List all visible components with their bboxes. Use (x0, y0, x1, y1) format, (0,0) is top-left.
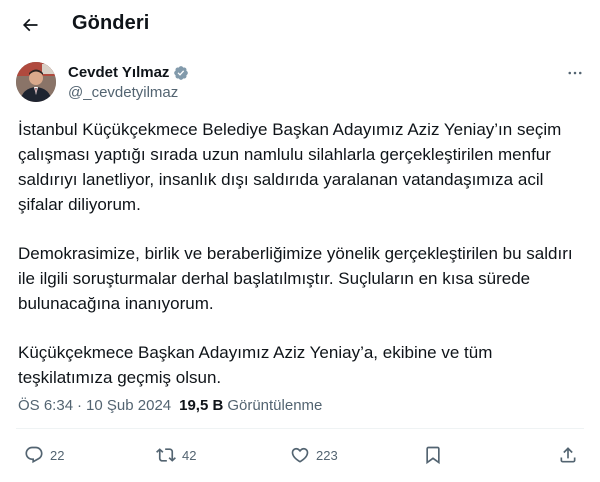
verified-badge-icon[interactable] (173, 65, 189, 81)
meta-separator: · (77, 397, 83, 414)
author-name-row: Cevdet Yılmaz (68, 64, 189, 81)
reply-button[interactable]: 22 (24, 440, 64, 470)
more-button[interactable] (564, 64, 586, 82)
repost-button[interactable]: 42 (156, 440, 196, 470)
repost-count: 42 (182, 447, 197, 463)
like-button[interactable]: 223 (290, 440, 338, 470)
repost-icon (156, 448, 176, 462)
tweet-paragraph: İstanbul Küçükçekmece Belediye Başkan Ad… (18, 120, 562, 214)
tweet-author: Cevdet Yılmaz @_cevdetyilmaz (16, 62, 586, 106)
share-icon (560, 447, 576, 463)
author-name[interactable]: Cevdet Yılmaz (68, 64, 169, 81)
tweet-paragraph: Küçükçekmece Başkan Adayımız Aziz Yeniay… (18, 343, 493, 387)
bookmark-button[interactable] (423, 440, 443, 470)
more-horizontal-icon (568, 71, 582, 75)
tweet-text: İstanbul Küçükçekmece Belediye Başkan Ad… (18, 117, 584, 390)
tweet-date[interactable]: 10 Şub 2024 (86, 397, 171, 414)
bookmark-icon (426, 446, 440, 465)
views-count: 19,5 B (179, 397, 224, 414)
top-bar: Gönderi (0, 0, 600, 48)
author-handle[interactable]: @_cevdetyilmaz (68, 84, 178, 101)
action-bar: 22 42 223 (0, 440, 600, 470)
heart-icon (291, 447, 309, 463)
tweet-paragraph: Demokrasimize, birlik ve beraberliğimize… (18, 244, 573, 313)
reply-count: 22 (50, 447, 65, 463)
reply-icon (25, 446, 43, 464)
like-count: 223 (316, 447, 338, 463)
back-button[interactable] (15, 10, 45, 40)
tweet-time[interactable]: ÖS 6:34 (18, 397, 73, 414)
page-title: Gönderi (72, 12, 150, 34)
arrow-left-icon (22, 18, 38, 32)
avatar-image (16, 62, 56, 102)
share-button[interactable] (558, 440, 578, 470)
tweet-meta: ÖS 6:34 · 10 Şub 2024 19,5 B Görüntülenm… (18, 397, 322, 414)
views-label: Görüntülenme (227, 397, 323, 414)
divider (16, 428, 584, 429)
avatar[interactable] (16, 62, 56, 102)
